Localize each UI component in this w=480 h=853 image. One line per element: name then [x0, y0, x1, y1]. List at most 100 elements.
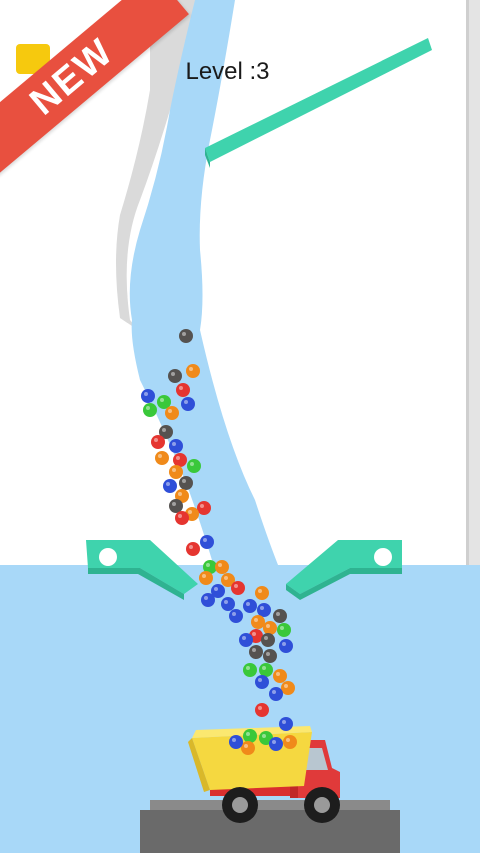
ball-highlight: [178, 492, 182, 496]
ball-highlight: [246, 666, 250, 670]
ball: [173, 453, 187, 467]
ball: [181, 397, 195, 411]
ball: [201, 593, 215, 607]
ball-highlight: [276, 672, 280, 676]
ball-highlight: [144, 392, 148, 396]
ball-highlight: [244, 744, 248, 748]
ball-highlight: [232, 612, 236, 616]
ball: [239, 633, 253, 647]
ball: [197, 501, 211, 515]
ball: [229, 735, 243, 749]
ball: [163, 479, 177, 493]
ball: [255, 675, 269, 689]
ball-highlight: [204, 596, 208, 600]
ball-highlight: [258, 589, 262, 593]
ball-highlight: [172, 442, 176, 446]
ball-highlight: [266, 624, 270, 628]
ball: [165, 406, 179, 420]
ball-highlight: [286, 738, 290, 742]
ball: [215, 560, 229, 574]
ball-highlight: [176, 456, 180, 460]
ball-highlight: [166, 482, 170, 486]
ball: [243, 729, 257, 743]
ball-highlight: [214, 587, 218, 591]
ball-highlight: [254, 618, 258, 622]
ball-highlight: [172, 468, 176, 472]
ball-highlight: [272, 740, 276, 744]
ball: [279, 717, 293, 731]
ball: [255, 586, 269, 600]
ball: [199, 571, 213, 585]
ball-highlight: [262, 734, 266, 738]
ball: [261, 633, 275, 647]
ball-highlight: [272, 690, 276, 694]
ball-highlight: [224, 600, 228, 604]
ball-highlight: [282, 720, 286, 724]
ball: [229, 609, 243, 623]
ball: [179, 476, 193, 490]
ball-highlight: [224, 576, 228, 580]
ball: [175, 511, 189, 525]
ball: [273, 609, 287, 623]
ball-highlight: [184, 400, 188, 404]
ball-highlight: [234, 584, 238, 588]
ball: [251, 615, 265, 629]
truck-wheel-rear: [222, 787, 258, 823]
ball-highlight: [232, 738, 236, 742]
ball-highlight: [162, 428, 166, 432]
ball-highlight: [260, 606, 264, 610]
ball-highlight: [160, 398, 164, 402]
ball: [186, 364, 200, 378]
ball: [176, 383, 190, 397]
ball-highlight: [246, 602, 250, 606]
ball-highlight: [218, 563, 222, 567]
ball-highlight: [146, 406, 150, 410]
ball: [200, 535, 214, 549]
ball-highlight: [282, 642, 286, 646]
ball-highlight: [280, 626, 284, 630]
ball-highlight: [189, 367, 193, 371]
ball: [168, 369, 182, 383]
ball-highlight: [284, 684, 288, 688]
ball: [283, 735, 297, 749]
ball: [255, 703, 269, 717]
game-scene: [0, 0, 480, 853]
ball: [263, 649, 277, 663]
ball-highlight: [252, 632, 256, 636]
ball-highlight: [258, 678, 262, 682]
ball: [243, 599, 257, 613]
ball-highlight: [203, 538, 207, 542]
ball-highlight: [252, 648, 256, 652]
ball: [257, 603, 271, 617]
ball-highlight: [158, 454, 162, 458]
ball-highlight: [154, 438, 158, 442]
ball-highlight: [242, 636, 246, 640]
ball: [269, 737, 283, 751]
ground-platform: [140, 800, 400, 853]
ball: [241, 741, 255, 755]
ball: [243, 663, 257, 677]
ball: [273, 669, 287, 683]
ball: [279, 639, 293, 653]
ball: [277, 623, 291, 637]
ball: [249, 645, 263, 659]
ball: [231, 581, 245, 595]
ball-highlight: [246, 732, 250, 736]
ball: [186, 542, 200, 556]
ball-highlight: [171, 372, 175, 376]
ball: [187, 459, 201, 473]
ball-highlight: [179, 386, 183, 390]
ball: [155, 451, 169, 465]
ball-highlight: [200, 504, 204, 508]
truck-wheel-front: [304, 787, 340, 823]
ball: [269, 687, 283, 701]
ball: [169, 439, 183, 453]
ball: [143, 403, 157, 417]
ball: [281, 681, 295, 695]
ball-highlight: [182, 479, 186, 483]
ball-highlight: [168, 409, 172, 413]
ball: [179, 329, 193, 343]
ball-highlight: [262, 666, 266, 670]
ball-highlight: [178, 514, 182, 518]
ball: [169, 465, 183, 479]
